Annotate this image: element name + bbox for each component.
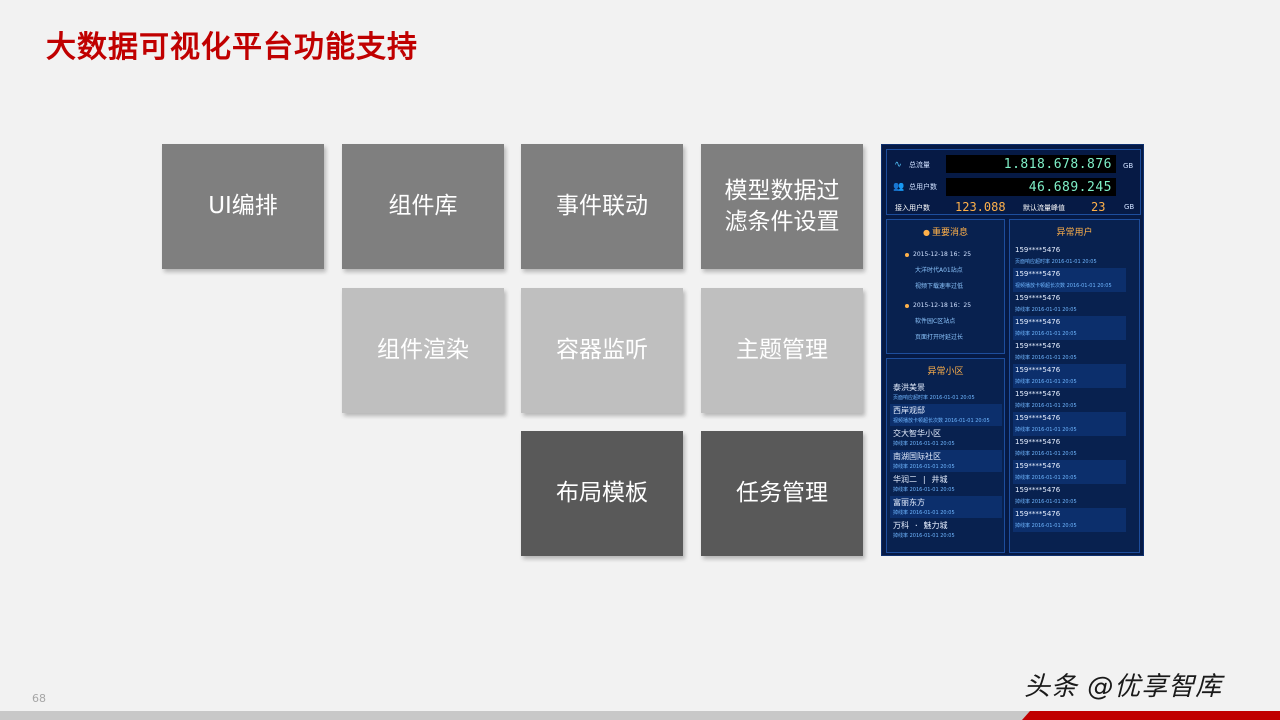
footer-accent	[1022, 711, 1280, 720]
messages-title: 重要消息	[931, 228, 968, 238]
area-row: 南湖国际社区 掉线率 2016-01-01 20:05	[890, 450, 1002, 472]
tile-component-library: 组件库	[342, 144, 504, 269]
user-row: 159****5476 掉线率 2016-01-01 20:05	[1015, 294, 1077, 313]
message-line: 软件园C区站点	[915, 318, 956, 325]
tile-theme-management: 主题管理	[701, 288, 863, 413]
user-row: 159****5476 掉线率 2016-01-01 20:05	[1015, 438, 1077, 457]
tile-model-data-filter: 模型数据过滤条件设置	[701, 144, 863, 269]
message-date: 2015-12-18 16：25	[905, 300, 971, 309]
users-icon: 👥	[893, 182, 905, 192]
message-line: 页面打开时延过长	[915, 334, 964, 341]
user-row: 159****5476 视频播放卡顿超长次数 2016-01-01 20:05	[1013, 268, 1126, 292]
user-row: 159****5476 掉线率 2016-01-01 20:05	[1013, 364, 1126, 388]
online-users-value: 123.088	[955, 200, 1006, 214]
area-row: 交大智华小区 掉线率 2016-01-01 20:05	[893, 429, 955, 447]
user-row: 159****5476 掉线率 2016-01-01 20:05	[1013, 412, 1126, 436]
area-row: 富丽东方 掉线率 2016-01-01 20:05	[890, 496, 1002, 518]
message-date: 2015-12-18 16：25	[905, 249, 971, 258]
message-line: 大洋时代A01站点	[915, 267, 963, 274]
area-row: 万科 · 魅力城 掉线率 2016-01-01 20:05	[893, 521, 955, 539]
bullet-icon	[905, 303, 909, 308]
user-row: 159****5476 掉线率 2016-01-01 20:05	[1015, 390, 1077, 409]
online-users-label: 接入用户数	[895, 204, 930, 212]
total-users-label: 总用户数	[909, 183, 937, 191]
default-limit-value: 23	[1091, 200, 1106, 214]
dashboard-summary: ∿ 总流量 1.818.678.876 GB 👥 总用户数 46.689.245…	[886, 149, 1141, 215]
tile-layout-template: 布局模板	[521, 431, 683, 556]
message-line: 视频下载速率过低	[915, 283, 964, 290]
user-row: 159****5476 掉线率 2016-01-01 20:05	[1013, 508, 1126, 532]
default-limit-unit: GB	[1124, 203, 1135, 211]
bullet-icon	[905, 252, 909, 257]
pulse-icon: ∿	[894, 160, 902, 170]
total-traffic-unit: GB	[1123, 162, 1134, 170]
area-row: 西岸观邸 视频播放卡顿超长次数 2016-01-01 20:05	[890, 404, 1002, 426]
user-row: 159****5476 页面响应超时率 2016-01-01 20:05	[1015, 246, 1097, 265]
users-title: 异常用户	[1056, 228, 1093, 238]
areas-title: 异常小区	[927, 367, 964, 377]
total-traffic-value: 1.818.678.876	[946, 155, 1116, 173]
tile-component-render: 组件渲染	[342, 288, 504, 413]
user-row: 159****5476 掉线率 2016-01-01 20:05	[1015, 342, 1077, 361]
total-users-value: 46.689.245	[946, 178, 1116, 196]
default-limit-label: 默认流量峰值	[1023, 204, 1065, 212]
dashboard-thumbnail: ∿ 总流量 1.818.678.876 GB 👥 总用户数 46.689.245…	[881, 144, 1144, 556]
abnormal-areas-panel: 异常小区 泰洪美景 页面响应超时率 2016-01-01 20:05 西岸观邸 视频…	[886, 358, 1005, 553]
chat-icon: ●	[923, 228, 930, 237]
page-number: 68	[32, 692, 46, 705]
tile-container-listener: 容器监听	[521, 288, 683, 413]
area-row: 泰洪美景 页面响应超时率 2016-01-01 20:05	[893, 383, 975, 401]
page-title: 大数据可视化平台功能支持	[46, 30, 418, 65]
total-traffic-label: 总流量	[909, 161, 930, 169]
user-row: 159****5476 掉线率 2016-01-01 20:05	[1013, 316, 1126, 340]
tile-event-linkage: 事件联动	[521, 144, 683, 269]
tile-ui-layout: UI编排	[162, 144, 324, 269]
watermark: 头条 @优享智库	[1024, 672, 1223, 702]
tile-task-management: 任务管理	[701, 431, 863, 556]
user-row: 159****5476 掉线率 2016-01-01 20:05	[1013, 460, 1126, 484]
messages-panel: ● 重要消息 2015-12-18 16：25 大洋时代A01站点 视频下载速率过…	[886, 219, 1005, 354]
abnormal-users-panel: 异常用户 159****5476 页面响应超时率 2016-01-01 20:05…	[1009, 219, 1140, 553]
user-row: 159****5476 掉线率 2016-01-01 20:05	[1015, 486, 1077, 505]
area-row: 华润二 | 井城 掉线率 2016-01-01 20:05	[893, 475, 955, 493]
